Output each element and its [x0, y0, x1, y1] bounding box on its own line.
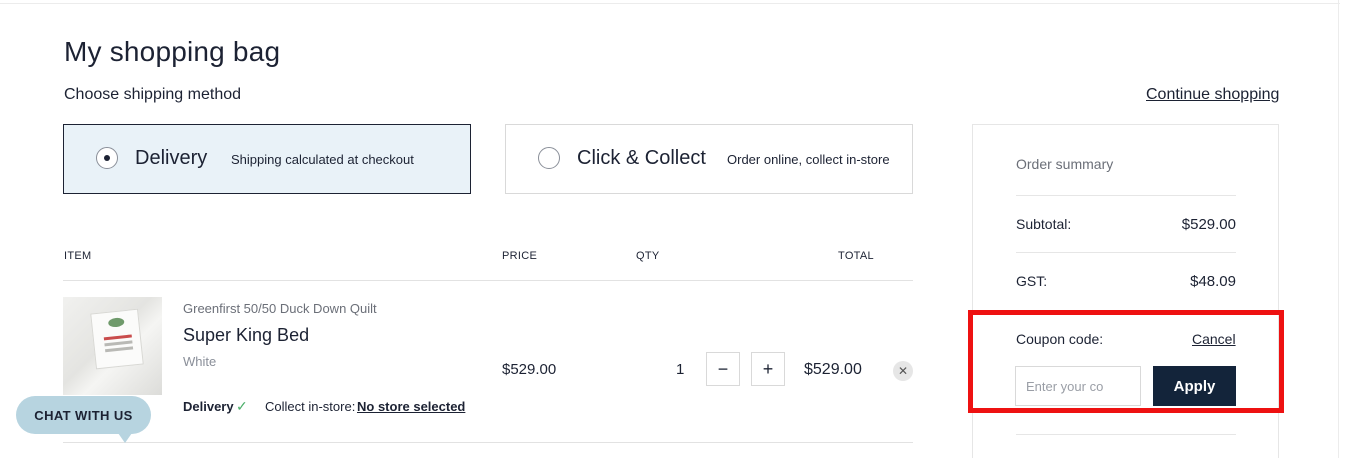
table-header-divider — [63, 280, 913, 281]
product-color: White — [183, 354, 217, 369]
item-quantity: 1 — [676, 361, 685, 378]
decrease-quantity-button[interactable]: − — [706, 352, 740, 386]
column-header-total: TOTAL — [838, 250, 874, 262]
apply-coupon-button[interactable]: Apply — [1153, 366, 1236, 406]
summary-divider — [1016, 252, 1236, 253]
chat-with-us-button[interactable]: CHAT WITH US — [16, 396, 151, 434]
summary-divider — [1016, 195, 1236, 196]
check-icon: ✓ — [236, 398, 248, 414]
coupon-code-label: Coupon code: — [1016, 331, 1104, 347]
page-title: My shopping bag — [64, 36, 281, 67]
column-header-price: PRICE — [502, 250, 538, 262]
column-header-item: ITEM — [64, 250, 92, 262]
chat-bubble-tail — [118, 433, 132, 443]
shipping-option-delivery[interactable]: Delivery Shipping calculated at checkout — [63, 124, 471, 194]
shipping-option-click-collect[interactable]: Click & Collect Order online, collect in… — [505, 124, 913, 194]
gst-value: $48.09 — [1190, 273, 1236, 290]
order-summary-panel — [972, 124, 1279, 458]
column-header-qty: QTY — [636, 250, 660, 262]
shipping-method-label: Choose shipping method — [64, 86, 242, 103]
product-image[interactable] — [63, 297, 162, 395]
order-summary-title: Order summary — [1016, 156, 1114, 172]
product-name-link[interactable]: Super King Bed — [183, 325, 309, 346]
remove-item-icon[interactable]: ✕ — [893, 361, 913, 381]
right-edge-line — [1338, 0, 1339, 458]
top-divider — [0, 3, 1340, 4]
delivery-availability-label: Delivery — [183, 399, 234, 414]
coupon-cancel-link[interactable]: Cancel — [1192, 331, 1236, 347]
collect-in-store-label: Collect in-store: — [265, 399, 356, 414]
click-collect-option-title: Click & Collect — [577, 147, 706, 169]
summary-divider — [1016, 434, 1236, 435]
click-collect-radio[interactable] — [538, 147, 560, 169]
item-total: $529.00 — [804, 361, 862, 378]
select-store-link[interactable]: No store selected — [357, 399, 465, 414]
delivery-option-subtitle: Shipping calculated at checkout — [231, 152, 414, 167]
item-price: $529.00 — [502, 361, 557, 378]
subtotal-label: Subtotal: — [1016, 216, 1072, 232]
delivery-radio[interactable] — [96, 147, 118, 169]
increase-quantity-button[interactable]: + — [751, 352, 785, 386]
click-collect-option-subtitle: Order online, collect in-store — [727, 152, 890, 167]
continue-shopping-link[interactable]: Continue shopping — [1146, 86, 1279, 104]
coupon-code-input[interactable] — [1015, 366, 1141, 406]
delivery-option-title: Delivery — [135, 147, 208, 169]
gst-label: GST: — [1016, 273, 1048, 289]
table-row-divider — [63, 442, 913, 443]
product-brand: Greenfirst 50/50 Duck Down Quilt — [183, 301, 377, 316]
subtotal-value: $529.00 — [1181, 216, 1236, 233]
